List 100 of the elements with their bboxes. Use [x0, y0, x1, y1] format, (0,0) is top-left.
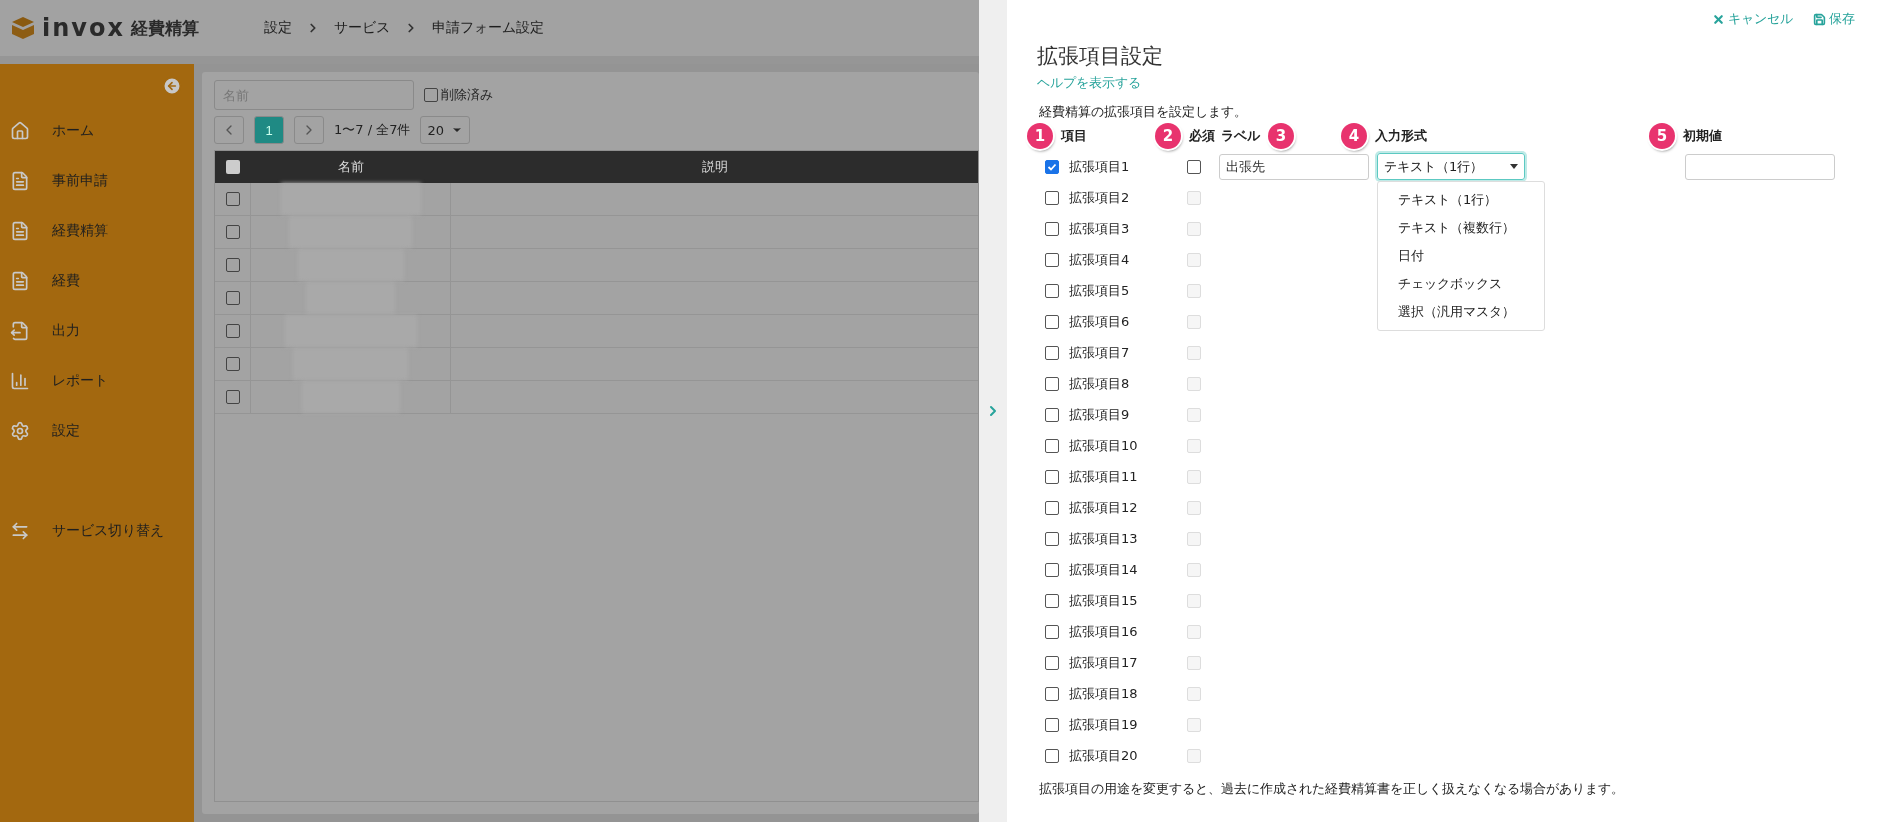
page-range: 1〜7 / 全7件	[334, 121, 411, 139]
number-marker: 2	[1155, 123, 1181, 149]
field-name: 拡張項目19	[1069, 715, 1138, 734]
required-checkbox[interactable]	[1187, 159, 1201, 174]
checkbox[interactable]	[1045, 190, 1059, 205]
nav-item[interactable]: サービス切り替え	[0, 506, 194, 556]
dropdown-option[interactable]: 選択（汎用マスタ）	[1378, 298, 1544, 326]
nav-item[interactable]: 経費	[0, 256, 194, 306]
field-name: 拡張項目10	[1069, 436, 1138, 455]
caret-icon	[1510, 164, 1518, 169]
settings-icon	[10, 421, 30, 441]
default-value-input[interactable]	[1685, 153, 1835, 180]
cancel-button[interactable]: キャンセル	[1712, 10, 1793, 28]
number-marker: 4	[1341, 123, 1367, 149]
bar-chart-icon	[10, 371, 30, 391]
row-checkbox[interactable]	[225, 225, 240, 239]
field-name: 拡張項目20	[1069, 746, 1138, 765]
column-label: 必須	[1189, 127, 1215, 145]
field-name: 拡張項目6	[1069, 312, 1130, 331]
field-name: 拡張項目9	[1069, 405, 1130, 424]
checkbox[interactable]	[1045, 283, 1059, 298]
field-name: 拡張項目16	[1069, 622, 1138, 641]
panel-title: 拡張項目設定	[1037, 43, 1164, 70]
field-name: 拡張項目4	[1069, 250, 1130, 269]
home-icon	[10, 121, 30, 141]
breadcrumb-item[interactable]: 設定	[264, 19, 292, 37]
row-checkbox[interactable]	[225, 357, 240, 371]
checkbox[interactable]	[424, 88, 438, 102]
field-name: 拡張項目1	[1069, 157, 1130, 176]
save-button[interactable]: 保存	[1813, 10, 1855, 28]
checkbox[interactable]	[1045, 469, 1059, 484]
column-header: 名前	[337, 158, 365, 176]
breadcrumb-item[interactable]: サービス	[334, 19, 390, 37]
checkbox[interactable]	[1045, 748, 1059, 763]
checkbox[interactable]	[1045, 314, 1059, 329]
field-name: 拡張項目17	[1069, 653, 1138, 672]
dropdown-option[interactable]: テキスト（複数行）	[1378, 214, 1544, 242]
row-checkbox[interactable]	[225, 192, 240, 206]
field-name: 拡張項目14	[1069, 560, 1138, 579]
checkbox[interactable]	[1045, 252, 1059, 267]
number-marker: 5	[1649, 123, 1675, 149]
page-button[interactable]: 1	[254, 116, 284, 144]
checkbox[interactable]	[1045, 531, 1059, 546]
nav-item[interactable]: 経費精算	[0, 206, 194, 256]
checkbox[interactable]	[1045, 221, 1059, 236]
dropdown-option[interactable]: 日付	[1378, 242, 1544, 270]
nav-item[interactable]: 出力	[0, 306, 194, 356]
number-marker: 1	[1027, 123, 1053, 149]
checkbox[interactable]	[1045, 593, 1059, 608]
dropdown-option[interactable]: チェックボックス	[1378, 270, 1544, 298]
column-header: 説明	[700, 158, 729, 176]
field-name: 拡張項目7	[1069, 343, 1130, 362]
nav-item[interactable]: レポート	[0, 356, 194, 406]
row-checkbox[interactable]	[225, 390, 240, 404]
row-checkbox[interactable]	[225, 258, 240, 272]
field-name: 拡張項目8	[1069, 374, 1130, 393]
field-name: 拡張項目3	[1069, 219, 1130, 238]
row-checkbox[interactable]	[225, 291, 240, 305]
nav-item[interactable]: ホーム	[0, 106, 194, 156]
checkbox[interactable]	[1045, 686, 1059, 701]
field-name: 拡張項目12	[1069, 498, 1138, 517]
breadcrumb-item: 申請フォーム設定	[432, 19, 544, 37]
nav-item[interactable]: 事前申請	[0, 156, 194, 206]
checkbox[interactable]	[1045, 717, 1059, 732]
checkbox-label: 削除済み	[441, 86, 493, 104]
help-link[interactable]: ヘルプを表示する	[1037, 74, 1141, 92]
checkbox[interactable]	[1045, 345, 1059, 360]
select-all-checkbox[interactable]	[226, 160, 240, 174]
checkbox[interactable]	[1045, 376, 1059, 391]
page-size-select[interactable]: 20	[420, 116, 471, 144]
checkbox[interactable]	[1045, 500, 1059, 515]
description-text: 経費精算の拡張項目を設定します。	[1039, 104, 1248, 121]
checkbox[interactable]	[1045, 624, 1059, 639]
row-checkbox[interactable]	[225, 324, 240, 338]
file-export-icon	[10, 321, 30, 341]
column-label: 項目	[1061, 127, 1087, 145]
checkbox[interactable]	[1045, 407, 1059, 422]
document-icon	[10, 271, 30, 291]
field-name: 拡張項目5	[1069, 281, 1130, 300]
checkbox[interactable]	[1045, 438, 1059, 453]
warning-note: 拡張項目の用途を変更すると、過去に作成された経費精算書を正しく扱えなくなる場合があります。	[1039, 781, 1625, 798]
column-label: ラベル	[1221, 127, 1260, 145]
nav-item[interactable]: 設定	[0, 406, 194, 456]
product-name: 経費精算	[130, 16, 199, 40]
field-name: 拡張項目18	[1069, 684, 1138, 703]
label-input[interactable]: 出張先	[1219, 153, 1369, 180]
logo-box-icon	[10, 15, 36, 41]
checkbox[interactable]	[1045, 562, 1059, 577]
field-name: 拡張項目11	[1069, 467, 1138, 486]
brand-name: invox	[42, 14, 125, 42]
checkbox[interactable]	[1045, 159, 1059, 174]
save-icon	[1813, 12, 1826, 26]
number-marker: 3	[1268, 123, 1294, 149]
swap-arrows-icon	[10, 521, 30, 541]
field-name: 拡張項目15	[1069, 591, 1138, 610]
input-type-select[interactable]: テキスト（1行）	[1377, 153, 1525, 180]
checkbox[interactable]	[1045, 655, 1059, 670]
document-icon	[10, 171, 30, 191]
column-label: 入力形式	[1375, 127, 1427, 145]
dropdown-option[interactable]: テキスト（1行）	[1378, 186, 1544, 214]
